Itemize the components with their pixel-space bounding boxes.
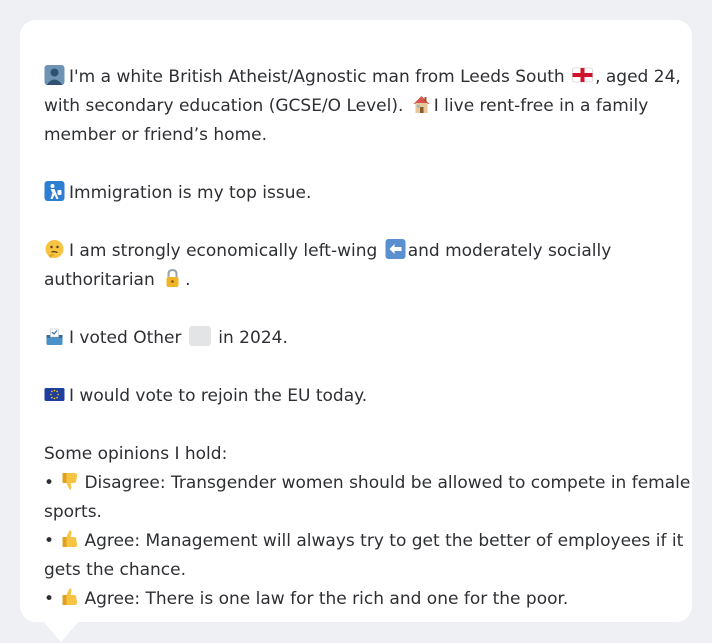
- identity-text: I'm a white British Atheist/Agnostic man…: [69, 67, 565, 87]
- opinion-item-cont: sports.: [44, 498, 668, 527]
- opinion-text: Disagree: Transgender women should be al…: [84, 473, 691, 493]
- speech-bubble-tail: [42, 620, 80, 642]
- social-text: and moderately socially: [407, 241, 612, 261]
- lock-icon: [166, 268, 179, 287]
- authoritarian-period: .: [185, 270, 191, 290]
- top-issue-text: Immigration is my top issue.: [69, 183, 312, 203]
- profile-line-3: member or friend’s home.: [44, 121, 668, 150]
- bullet: •: [44, 531, 55, 551]
- other-party-swatch: [188, 326, 211, 346]
- thumbs-up-icon: [62, 530, 78, 547]
- bullet: •: [44, 473, 55, 493]
- opinion-text-cont: sports.: [44, 502, 102, 522]
- politics-line-2: authoritarian .: [44, 266, 668, 295]
- vote-text: I voted Other: [69, 328, 182, 348]
- housing-text-cont: member or friend’s home.: [44, 125, 268, 145]
- immigration-icon: [44, 181, 65, 201]
- opinion-text-cont: gets the chance.: [44, 560, 187, 580]
- thumbs-down-icon: [62, 473, 78, 490]
- bullet: •: [44, 589, 55, 609]
- opinion-text: Agree: There is one law for the rich and…: [84, 589, 569, 609]
- thinking-face-icon: [45, 240, 64, 258]
- thumbs-up-icon: [62, 588, 78, 605]
- vote-line: I voted Other in 2024.: [44, 324, 668, 353]
- opinion-item: • Agree: There is one law for the rich a…: [44, 585, 668, 614]
- house-icon: [413, 96, 430, 113]
- authoritarian-text: authoritarian: [44, 270, 155, 290]
- opinion-text: Agree: Management will always try to get…: [84, 531, 684, 551]
- opinion-item: • Disagree: Transgender women should be …: [44, 469, 690, 498]
- opinions-heading: Some opinions I hold:: [44, 440, 668, 469]
- vote-year-text: in 2024.: [218, 328, 288, 348]
- profile-line-2: with secondary education (GCSE/O Level).…: [44, 92, 668, 121]
- left-arrow-icon: [385, 239, 406, 259]
- education-text: with secondary education (GCSE/O Level).: [44, 96, 404, 116]
- politics-line-1: I am strongly economically left-wing and…: [44, 237, 668, 266]
- person-icon: [44, 65, 65, 85]
- ballot-box-icon: [46, 328, 63, 345]
- profile-line-1: I'm a white British Atheist/Agnostic man…: [44, 63, 681, 92]
- eu-flag-icon: [44, 388, 65, 401]
- eu-text: I would vote to rejoin the EU today.: [69, 386, 368, 406]
- opinion-item: • Agree: Management will always try to g…: [44, 527, 683, 556]
- eu-line: I would vote to rejoin the EU today.: [44, 382, 668, 411]
- economic-text: I am strongly economically left-wing: [69, 241, 378, 261]
- top-issue-line: Immigration is my top issue.: [44, 179, 668, 208]
- opinion-item-cont: gets the chance.: [44, 556, 668, 585]
- profile-card: I'm a white British Atheist/Agnostic man…: [20, 20, 692, 622]
- england-flag-icon: [572, 67, 593, 83]
- opinions-heading-text: Some opinions I hold:: [44, 444, 228, 464]
- age-text: , aged 24,: [595, 67, 681, 87]
- housing-text: I live rent-free in a family: [433, 96, 649, 116]
